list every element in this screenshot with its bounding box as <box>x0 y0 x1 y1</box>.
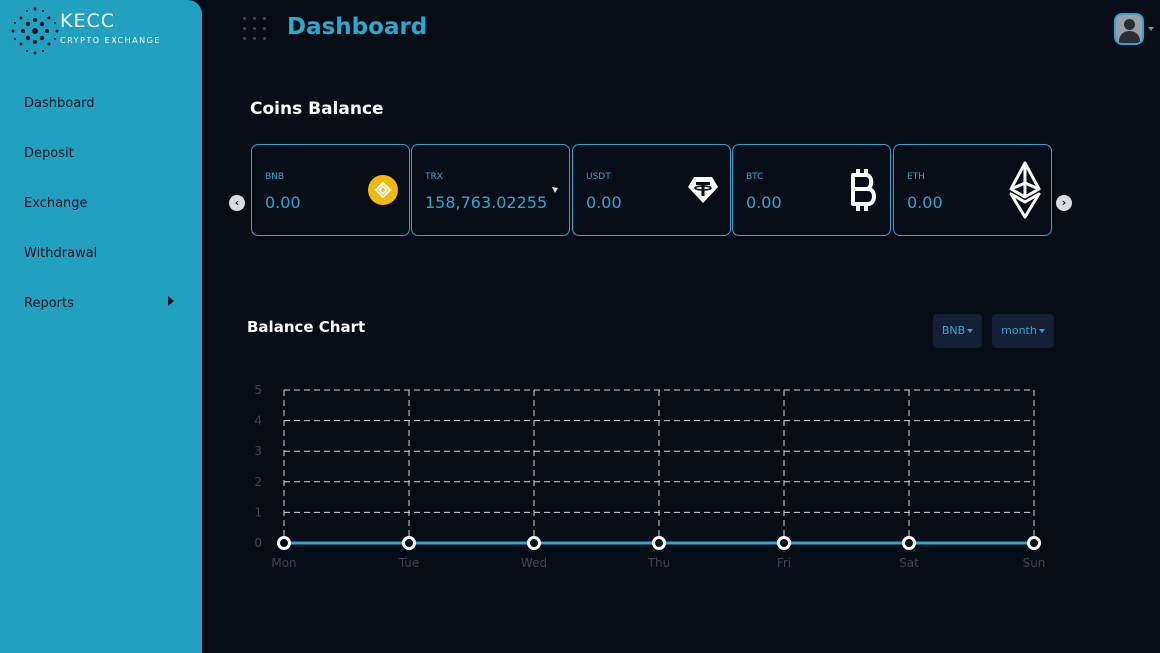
chevron-down-icon <box>967 329 974 333</box>
y-tick-label: 1 <box>254 505 262 519</box>
coin-balance: 0.00 <box>746 193 782 212</box>
coin-balance: 0.00 <box>586 193 622 212</box>
balance-chart-title: Balance Chart <box>247 318 366 336</box>
x-tick-label: Wed <box>521 556 547 570</box>
y-tick-label: 4 <box>254 414 262 428</box>
data-point <box>1027 536 1041 550</box>
x-tick-label: Thu <box>647 556 671 570</box>
brand-name: KECC <box>60 10 115 32</box>
sidebar-item-withdrawal[interactable]: Withdrawal <box>24 246 97 261</box>
coin-name: ETH <box>907 172 925 182</box>
data-point <box>527 536 541 550</box>
data-point <box>902 536 916 550</box>
coin-name: BTC <box>746 172 764 182</box>
carousel-prev-button[interactable]: ‹ <box>229 195 245 211</box>
coin-balance: 0.00 <box>907 193 943 212</box>
data-point <box>402 536 416 550</box>
avatar[interactable] <box>1114 13 1144 45</box>
eth-icon <box>1009 161 1041 219</box>
btc-icon <box>851 169 876 211</box>
coin-name: BNB <box>265 172 285 182</box>
carousel-next-button[interactable]: › <box>1056 195 1072 211</box>
coin-name: USDT <box>586 172 611 182</box>
period-select[interactable]: month <box>992 314 1054 348</box>
chevron-down-icon <box>1038 329 1045 333</box>
sidebar-item-reports[interactable]: Reports <box>24 296 74 311</box>
data-point <box>277 536 291 550</box>
y-tick-label: 0 <box>254 536 262 550</box>
x-tick-label: Sun <box>1023 556 1046 570</box>
y-tick-label: 5 <box>254 383 262 397</box>
sidebar-item-dashboard[interactable]: Dashboard <box>24 96 95 111</box>
sidebar-item-deposit[interactable]: Deposit <box>24 146 74 161</box>
balance-line-chart: 0 1 2 3 4 5 Mon Tue Wed Thu Fri Sat Sun <box>254 383 1046 570</box>
coin-select[interactable]: BNB <box>933 314 982 348</box>
trx-icon <box>552 187 558 193</box>
menu-grid-icon[interactable] <box>243 17 267 45</box>
coin-select-value: BNB <box>941 324 966 337</box>
coin-card-trx[interactable]: TRX 158,763.02255 <box>411 144 570 236</box>
coins-balance-title: Coins Balance <box>250 99 384 119</box>
coin-name: TRX <box>425 172 443 182</box>
coin-card-bnb[interactable]: BNB 0.00 <box>251 144 410 236</box>
data-point <box>652 536 666 550</box>
usdt-icon <box>688 177 718 203</box>
data-point <box>777 536 791 550</box>
coin-balance: 158,763.02255 <box>425 193 548 212</box>
bnb-icon <box>368 175 398 205</box>
y-tick-label: 2 <box>254 475 262 489</box>
sidebar: KECC CRYPTO EXCHANGE Dashboard Deposit E… <box>0 0 202 653</box>
x-tick-label: Sat <box>899 556 919 570</box>
x-tick-label: Fri <box>777 556 791 570</box>
page-title: Dashboard <box>287 14 428 40</box>
coin-card-btc[interactable]: BTC 0.00 <box>732 144 891 236</box>
x-tick-label: Mon <box>271 556 296 570</box>
user-icon <box>1124 19 1135 30</box>
chevron-down-icon[interactable] <box>1148 27 1154 31</box>
brand-subtitle: CRYPTO EXCHANGE <box>60 36 161 45</box>
period-select-value: month <box>1001 324 1037 337</box>
coin-card-eth[interactable]: ETH 0.00 <box>893 144 1052 236</box>
chevron-right-icon[interactable] <box>168 296 174 306</box>
coin-card-usdt[interactable]: USDT 0.00 <box>572 144 731 236</box>
x-tick-label: Tue <box>398 556 420 570</box>
sidebar-item-exchange[interactable]: Exchange <box>24 196 88 211</box>
y-tick-label: 3 <box>254 444 262 458</box>
coin-balance: 0.00 <box>265 193 301 212</box>
